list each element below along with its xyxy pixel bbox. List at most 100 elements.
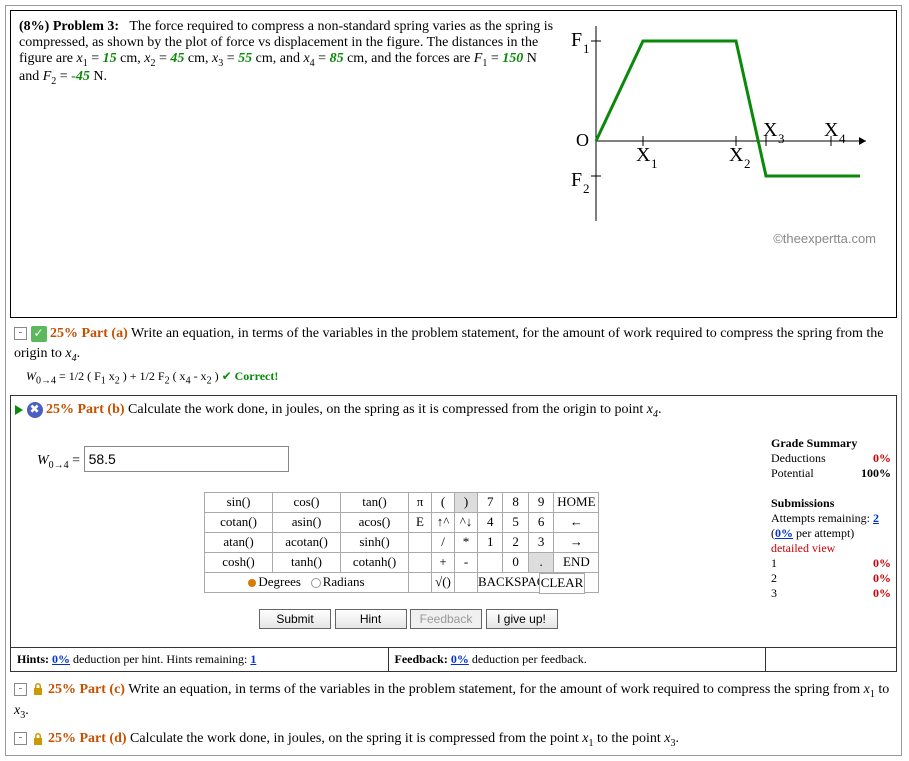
problem-box: (8%) Problem 3: The force required to co… (10, 10, 897, 318)
lock-icon (31, 682, 45, 696)
svg-text:X: X (824, 119, 839, 141)
svg-text:X: X (636, 144, 651, 166)
angle-mode[interactable]: Degrees Radians (205, 572, 409, 592)
btn-cosh[interactable]: cosh() (205, 552, 273, 572)
radio-radians-icon[interactable] (311, 578, 321, 588)
feedback-button: Feedback (410, 609, 482, 629)
giveup-button[interactable]: I give up! (486, 609, 558, 629)
feedback-cell: Feedback: 0% deduction per feedback. (389, 648, 767, 671)
btn-blank (409, 532, 432, 552)
part-a-label: 25% Part (a) (50, 326, 128, 341)
hints-bar: Hints: 0% deduction per hint. Hints rema… (11, 647, 896, 671)
btn-home[interactable]: HOME (554, 492, 599, 512)
hints-remaining-link[interactable]: 1 (250, 652, 256, 666)
btn-9[interactable]: 9 (528, 492, 553, 512)
copyright-text: ©theexpertta.com (566, 231, 876, 246)
btn-tan[interactable]: tan() (341, 492, 409, 512)
btn-blank4 (409, 572, 432, 592)
hint-button[interactable]: Hint (335, 609, 407, 629)
collapse-icon[interactable]: - (14, 327, 27, 340)
btn-8[interactable]: 8 (503, 492, 528, 512)
part-b-label: 25% Part (b) (46, 402, 125, 417)
grade-spacer (766, 648, 896, 671)
grade-title: Grade Summary (771, 436, 891, 451)
btn-cotanh[interactable]: cotanh() (341, 552, 409, 572)
play-icon[interactable] (15, 405, 23, 415)
btn-down[interactable]: ^↓ (455, 512, 478, 532)
btn-sinh[interactable]: sinh() (341, 532, 409, 552)
btn-cotan[interactable]: cotan() (205, 512, 273, 532)
btn-acotan[interactable]: acotan() (273, 532, 341, 552)
btn-lparen[interactable]: ( (432, 492, 455, 512)
btn-right[interactable]: → (554, 532, 599, 552)
input-row: W0→4 = (37, 446, 758, 472)
btn-6[interactable]: 6 (528, 512, 553, 532)
btn-blank3 (478, 552, 503, 572)
lock-icon (31, 732, 45, 746)
problem-text: (8%) Problem 3: The force required to co… (19, 19, 559, 87)
btn-sin[interactable]: sin() (205, 492, 273, 512)
btn-dot[interactable]: . (528, 552, 553, 572)
answer-area: W0→4 = sin() cos() tan() π ( ) 7 8 9 HO (11, 426, 766, 647)
part-c-header: - 25% Part (c) Write an equation, in ter… (14, 680, 893, 724)
btn-div[interactable]: / (432, 532, 455, 552)
action-buttons: Submit Hint Feedback I give up! (259, 609, 758, 629)
btn-clear[interactable]: CLEAR (540, 573, 585, 593)
per-attempt-link[interactable]: 0% (775, 526, 793, 540)
btn-plus[interactable]: + (432, 552, 455, 572)
btn-tanh[interactable]: tanh() (273, 552, 341, 572)
btn-mul[interactable]: * (455, 532, 478, 552)
btn-atan[interactable]: atan() (205, 532, 273, 552)
svg-text:O: O (576, 130, 589, 150)
svg-text:3: 3 (778, 131, 785, 146)
expand-icon[interactable]: - (14, 683, 27, 696)
detailed-view-link[interactable]: detailed view (771, 541, 835, 555)
btn-acos[interactable]: acos() (341, 512, 409, 532)
svg-text:F: F (571, 29, 582, 51)
svg-text:X: X (763, 119, 778, 141)
svg-text:2: 2 (583, 181, 590, 196)
btn-rparen[interactable]: ) (455, 492, 478, 512)
attempts-link[interactable]: 2 (873, 511, 879, 525)
btn-4[interactable]: 4 (478, 512, 503, 532)
btn-2[interactable]: 2 (503, 532, 528, 552)
checkmark-icon: ✓ (31, 326, 47, 342)
x-icon: ✖ (27, 402, 43, 418)
btn-blank5 (455, 572, 478, 592)
btn-end[interactable]: END (554, 552, 599, 572)
btn-cos[interactable]: cos() (273, 492, 341, 512)
part-c-label: 25% Part (c) (48, 682, 125, 697)
btn-minus[interactable]: - (455, 552, 478, 572)
submissions-title: Submissions (771, 496, 891, 511)
svg-text:X: X (729, 144, 744, 166)
btn-1[interactable]: 1 (478, 532, 503, 552)
hints-pct-link[interactable]: 0% (52, 652, 70, 666)
submit-button[interactable]: Submit (259, 609, 331, 629)
btn-E[interactable]: E (409, 512, 432, 532)
expand-icon[interactable]: - (14, 732, 27, 745)
force-displacement-graph: F1 F2 O X1 X2 X3 X4 ©theexpertta.com (566, 21, 876, 246)
part-d-label: 25% Part (d) (48, 731, 127, 746)
svg-text:1: 1 (583, 41, 590, 56)
part-a-header: - ✓ 25% Part (a) Write an equation, in t… (14, 324, 893, 365)
radio-degrees-icon[interactable] (248, 579, 256, 587)
btn-0[interactable]: 0 (503, 552, 528, 572)
btn-left[interactable]: ← (554, 512, 599, 532)
btn-7[interactable]: 7 (478, 492, 503, 512)
btn-3[interactable]: 3 (528, 532, 553, 552)
svg-text:2: 2 (744, 156, 751, 171)
svg-text:1: 1 (651, 156, 658, 171)
btn-5[interactable]: 5 (503, 512, 528, 532)
btn-pi[interactable]: π (409, 492, 432, 512)
answer-input[interactable] (84, 446, 289, 472)
btn-sqrt[interactable]: √() (432, 572, 455, 592)
grade-panel: Grade Summary Deductions0% Potential100%… (766, 426, 896, 647)
svg-text:4: 4 (839, 131, 846, 146)
part-a-equation: W0→4 = 1/2 ( F1 x2 ) + 1/2 F2 ( x4 - x2 … (14, 369, 893, 386)
part-b-container: ✖ 25% Part (b) Calculate the work done, … (10, 395, 897, 672)
btn-asin[interactable]: asin() (273, 512, 341, 532)
btn-up[interactable]: ↑^ (432, 512, 455, 532)
feedback-pct-link[interactable]: 0% (451, 652, 469, 666)
part-d-header: - 25% Part (d) Calculate the work done, … (14, 729, 893, 751)
problem-label: (8%) Problem 3: (19, 19, 119, 34)
